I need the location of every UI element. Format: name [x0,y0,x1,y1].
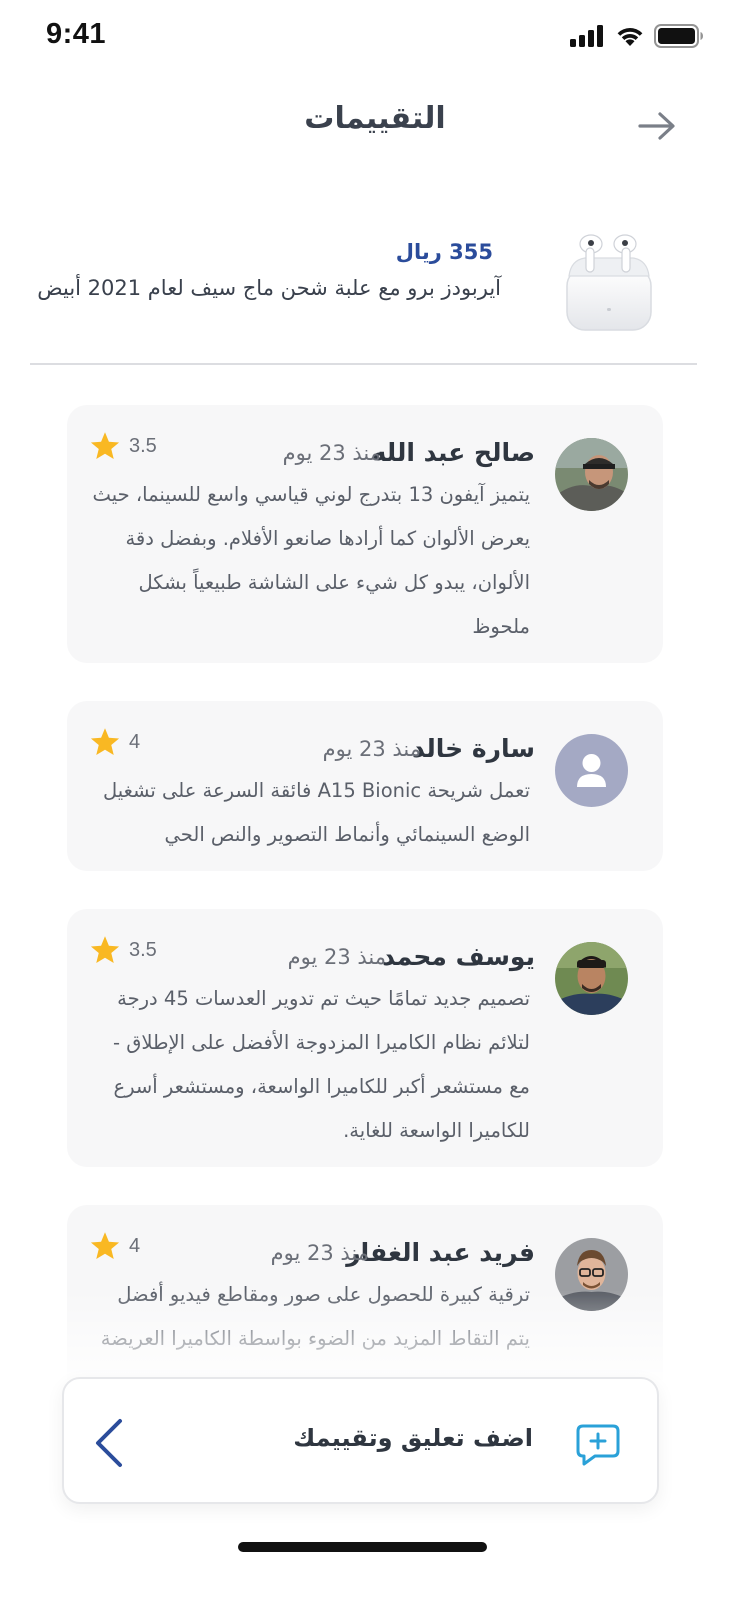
add-comment-icon [576,1424,620,1466]
rating-value: 4 [129,730,141,753]
rating-value: 4 [129,1234,141,1257]
reviewer-name: يوسف محمد [382,942,535,971]
review-date: منذ 23 يوم [287,945,386,969]
avatar [555,438,628,511]
review-card: صالح عبد الله منذ 23 يوم 3.5 يتميز آيفون… [67,405,663,663]
review-text: يتميز آيفون 13 بتدرج لوني قياسي واسع للس… [92,483,530,638]
review-card: سارة خالد منذ 23 يوم 4 تعمل شريحة A15 Bi… [67,701,663,871]
review-date: منذ 23 يوم [270,1241,369,1265]
star-icon [90,432,120,460]
add-review-label: اضف تعليق وتقييمك [293,1424,533,1452]
review-text: تعمل شريحة A15 Bionic فائقة السرعة على ت… [102,779,530,846]
reviews-list[interactable]: صالح عبد الله منذ 23 يوم 3.5 يتميز آيفون… [0,0,750,1380]
user-placeholder-icon [555,734,628,807]
review-date: منذ 23 يوم [322,737,421,761]
reviews-screen: 9:41 التقييمات 355 ريال آيربودز برو مع ع… [0,0,750,1623]
scroll-fade [0,1290,750,1380]
review-text: تصميم جديد تمامًا حيث تم تدوير العدسات 4… [112,987,530,1142]
review-card: يوسف محمد منذ 23 يوم 3.5 تصميم جديد تمام… [67,909,663,1167]
chevron-left-icon[interactable] [90,1417,130,1469]
review-date: منذ 23 يوم [282,441,381,465]
rating: 3.5 [89,935,157,965]
rating-value: 3.5 [129,434,157,457]
home-indicator [238,1542,487,1552]
star-icon [90,936,120,964]
rating: 3.5 [89,431,157,461]
rating-value: 3.5 [129,938,157,961]
rating: 4 [89,727,140,757]
rating: 4 [89,1231,140,1261]
reviewer-name: صالح عبد الله [371,438,535,467]
avatar [555,942,628,1015]
reviewer-name: فريد عبد الغفار [346,1238,535,1267]
star-icon [90,1232,120,1260]
add-review-button[interactable]: اضف تعليق وتقييمك [62,1377,659,1504]
star-icon [90,728,120,756]
reviewer-name: سارة خالد [411,734,535,763]
